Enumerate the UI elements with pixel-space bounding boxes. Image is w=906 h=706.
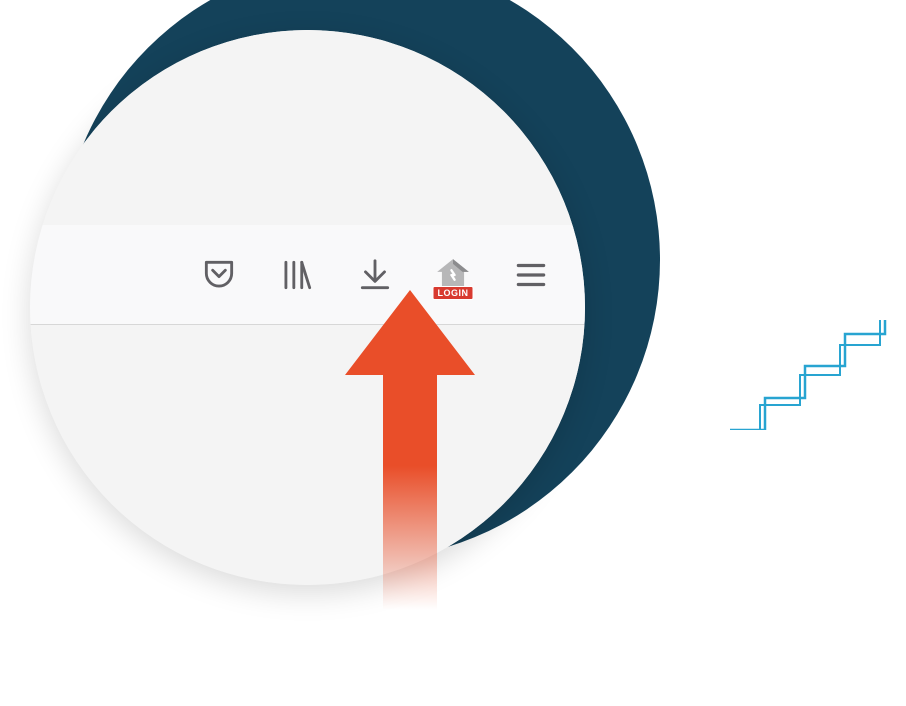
library-icon xyxy=(278,256,316,294)
pocket-icon xyxy=(200,256,238,294)
extension-button[interactable]: LOGIN xyxy=(434,256,472,294)
download-icon xyxy=(356,256,394,294)
browser-toolbar: LOGIN xyxy=(30,225,585,325)
app-menu-button[interactable] xyxy=(512,256,550,294)
browser-content-area xyxy=(30,325,585,585)
library-button[interactable] xyxy=(278,256,316,294)
login-badge: LOGIN xyxy=(433,286,474,300)
browser-viewport-closeup: LOGIN xyxy=(30,30,585,585)
downloads-button[interactable] xyxy=(356,256,394,294)
pocket-button[interactable] xyxy=(200,256,238,294)
hamburger-icon xyxy=(512,256,550,294)
zigzag-decoration xyxy=(730,320,906,430)
